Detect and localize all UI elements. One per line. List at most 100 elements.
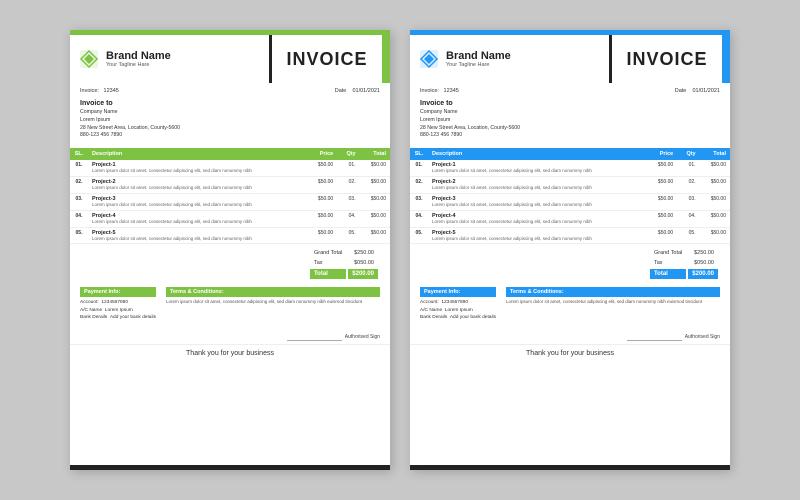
col-header: Description [428, 148, 647, 160]
final-total-value: $200.00 [348, 269, 378, 279]
row-qty: 04. [337, 210, 359, 227]
table-row: 01. Project-1 Lorem ipsum dolor sit amet… [70, 160, 390, 176]
invoice-to-section: Invoice to Company Name Lorem Ipsum 28 N… [70, 97, 390, 144]
brand-tagline: Your Tagline Hare [446, 62, 511, 68]
row-desc: Project-4 Lorem ipsum dolor sit amet, co… [428, 210, 647, 227]
invoice-table: SL.DescriptionPriceQtyTotal 01. Project-… [410, 148, 730, 244]
row-total: $50.00 [360, 177, 390, 194]
table-header-row: SL.DescriptionPriceQtyTotal [70, 148, 390, 160]
terms-title: Terms & Conditions: [506, 287, 720, 297]
tax-row: Tax $050.00 [310, 259, 378, 267]
row-qty: 01. [337, 160, 359, 176]
row-desc: Project-3 Lorem ipsum dolor sit amet, co… [428, 193, 647, 210]
col-header: Total [360, 148, 390, 160]
invoice-number-label: Invoice: 12345 [420, 88, 459, 94]
row-desc: Project-4 Lorem ipsum dolor sit amet, co… [88, 210, 307, 227]
row-price: $50.00 [307, 227, 337, 244]
invoice-table: SL.DescriptionPriceQtyTotal 01. Project-… [70, 148, 390, 244]
row-desc: Project-5 Lorem ipsum dolor sit amet, co… [88, 227, 307, 244]
col-header: Total [700, 148, 730, 160]
header-accent-bar [722, 35, 730, 83]
row-sl: 05. [70, 227, 88, 244]
row-total: $50.00 [360, 160, 390, 176]
brand-text: Brand Name Your Tagline Hare [446, 50, 511, 68]
row-sl: 04. [410, 210, 428, 227]
col-header: Description [88, 148, 307, 160]
row-desc: Project-2 Lorem ipsum dolor sit amet, co… [428, 177, 647, 194]
row-sl: 03. [410, 193, 428, 210]
invoice-header: Brand Name Your Tagline Hare INVOICE [410, 35, 730, 83]
row-total: $50.00 [700, 210, 730, 227]
row-price: $50.00 [647, 227, 677, 244]
brand-icon [78, 48, 100, 70]
invoice-date: Date 01/01/2021 [335, 88, 380, 94]
row-price: $50.00 [647, 210, 677, 227]
invoice-card-green: Brand Name Your Tagline Hare INVOICE Inv… [70, 30, 390, 470]
invoice-to-section: Invoice to Company Name Lorem Ipsum 28 N… [410, 97, 730, 144]
brand-name: Brand Name [446, 50, 511, 62]
row-qty: 04. [677, 210, 699, 227]
auth-box [287, 334, 342, 341]
row-qty: 05. [337, 227, 359, 244]
tax-label: Tax [650, 259, 686, 267]
row-price: $50.00 [647, 177, 677, 194]
table-row: 02. Project-2 Lorem ipsum dolor sit amet… [70, 177, 390, 194]
invoice-to-title: Invoice to [80, 100, 380, 107]
row-total: $50.00 [360, 193, 390, 210]
invoice-to-details: Company Name Lorem Ipsum 28 New Street A… [420, 109, 720, 140]
bottom-section: Payment Info: Account: 1234567890 A/C Na… [70, 283, 390, 324]
row-qty: 02. [337, 177, 359, 194]
payment-title: Payment Info: [420, 287, 496, 297]
tax-value: $050.00 [688, 259, 718, 267]
final-total-label: Total [310, 269, 346, 279]
row-qty: 05. [677, 227, 699, 244]
auth-sign: Authorised Sign [410, 334, 730, 341]
row-qty: 03. [337, 193, 359, 210]
totals-section: Grand Total $250.00 Tax $050.00 Total $2… [410, 244, 730, 283]
bottom-section: Payment Info: Account: 1234567890 A/C Na… [410, 283, 730, 324]
tax-row: Tax $050.00 [650, 259, 718, 267]
invoice-meta: Invoice: 12345 Date 01/01/2021 [70, 83, 390, 97]
row-total: $50.00 [700, 160, 730, 176]
row-sl: 05. [410, 227, 428, 244]
row-desc: Project-2 Lorem ipsum dolor sit amet, co… [88, 177, 307, 194]
table-row: 04. Project-4 Lorem ipsum dolor sit amet… [70, 210, 390, 227]
invoice-meta: Invoice: 12345 Date 01/01/2021 [410, 83, 730, 97]
table-row: 03. Project-3 Lorem ipsum dolor sit amet… [70, 193, 390, 210]
payment-section: Payment Info: Account: 1234567890 A/C Na… [420, 287, 496, 321]
invoice-title: INVOICE [612, 35, 722, 83]
bottom-accent-bar [70, 465, 390, 470]
auth-box [627, 334, 682, 341]
row-total: $50.00 [360, 210, 390, 227]
final-total-label: Total [650, 269, 686, 279]
brand-name: Brand Name [106, 50, 171, 62]
invoice-card-blue: Brand Name Your Tagline Hare INVOICE Inv… [410, 30, 730, 470]
tax-value: $050.00 [348, 259, 378, 267]
row-price: $50.00 [307, 177, 337, 194]
table-row: 01. Project-1 Lorem ipsum dolor sit amet… [410, 160, 730, 176]
row-sl: 02. [70, 177, 88, 194]
invoice-title: INVOICE [272, 35, 382, 83]
col-header: SL. [410, 148, 428, 160]
bottom-accent-bar [410, 465, 730, 470]
row-sl: 04. [70, 210, 88, 227]
row-desc: Project-1 Lorem ipsum dolor sit amet, co… [428, 160, 647, 176]
terms-title: Terms & Conditions: [166, 287, 380, 297]
col-header: SL. [70, 148, 88, 160]
final-total-value: $200.00 [688, 269, 718, 279]
terms-text: Lorem ipsum dolor sit amet, consectetur … [166, 299, 380, 305]
invoice-number-label: Invoice: 12345 [80, 88, 119, 94]
invoice-footer: Thank you for your business [410, 344, 730, 363]
table-row: 04. Project-4 Lorem ipsum dolor sit amet… [410, 210, 730, 227]
payment-section: Payment Info: Account: 1234567890 A/C Na… [80, 287, 156, 321]
grand-total-row: Grand Total $250.00 [310, 249, 378, 257]
row-price: $50.00 [307, 193, 337, 210]
payment-details: Account: 1234567890 A/C Name Lorem Ipsum… [420, 299, 496, 321]
invoice-footer: Thank you for your business [70, 344, 390, 363]
final-total-row: Total $200.00 [310, 269, 378, 279]
row-sl: 01. [70, 160, 88, 176]
grand-total-row: Grand Total $250.00 [650, 249, 718, 257]
col-header: Price [307, 148, 337, 160]
totals-section: Grand Total $250.00 Tax $050.00 Total $2… [70, 244, 390, 283]
row-total: $50.00 [700, 193, 730, 210]
